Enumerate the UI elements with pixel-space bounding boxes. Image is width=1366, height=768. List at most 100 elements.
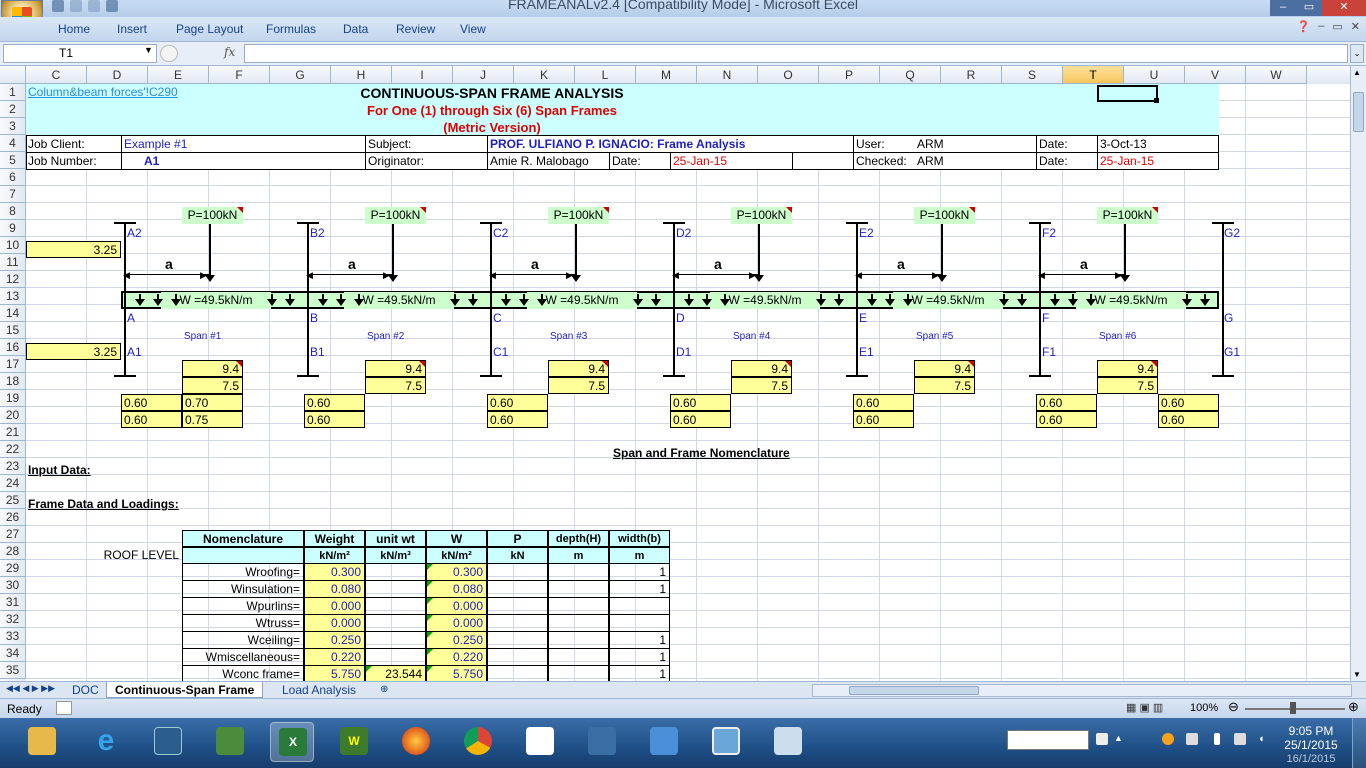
table-cell-unit[interactable] (365, 598, 426, 615)
volume-icon[interactable]: ◖ (1258, 733, 1270, 745)
row-header-25[interactable]: 25 (0, 492, 26, 509)
taskbar-reader[interactable] (580, 722, 624, 762)
a-distance-input[interactable]: 7.5 (914, 377, 975, 394)
span-length-input[interactable]: 9.4 (1097, 360, 1158, 377)
a-distance-input[interactable]: 7.5 (365, 377, 426, 394)
tab-insert[interactable]: Insert (117, 22, 147, 36)
column-header-t[interactable]: T (1063, 66, 1124, 84)
cancel-circle-icon[interactable] (160, 45, 178, 62)
row-header-4[interactable]: 4 (0, 135, 26, 152)
undo-icon[interactable] (70, 0, 82, 12)
workbook-close-icon[interactable]: ✕ (1351, 20, 1360, 33)
row-header-7[interactable]: 7 (0, 186, 26, 203)
column-header-i[interactable]: I (392, 66, 453, 84)
insert-function-icon[interactable]: fx (224, 45, 235, 59)
column-width-bottom-input[interactable]: 0.60 (1158, 411, 1219, 428)
date-value-user[interactable]: 3-Oct-13 (1100, 136, 1147, 153)
column-width-top-input[interactable]: 0.60 (121, 394, 182, 411)
column-header-r[interactable]: R (941, 66, 1002, 84)
row-header-14[interactable]: 14 (0, 305, 26, 322)
system-clock[interactable]: 9:05 PM 25/1/2015 16/1/2015 (1280, 724, 1342, 766)
scroll-up-icon[interactable]: ▲ (1353, 68, 1361, 77)
row-header-10[interactable]: 10 (0, 237, 26, 254)
column-header-q[interactable]: Q (880, 66, 941, 84)
table-cell-unit[interactable] (365, 632, 426, 649)
column-header-k[interactable]: K (514, 66, 575, 84)
row-header-20[interactable]: 20 (0, 407, 26, 424)
column-width-bottom-input[interactable]: 0.60 (1036, 411, 1097, 428)
zoom-slider-thumb[interactable] (1290, 702, 1296, 714)
column-header-n[interactable]: N (697, 66, 758, 84)
originator-value[interactable]: Amie R. Malobago (490, 153, 589, 170)
row-header-31[interactable]: 31 (0, 594, 26, 611)
table-cell-p[interactable] (487, 632, 548, 649)
user-value[interactable]: ARM (917, 136, 944, 153)
column-header-j[interactable]: J (453, 66, 514, 84)
span-length-input[interactable]: 9.4 (548, 360, 609, 377)
tab-home[interactable]: Home (58, 22, 90, 36)
row-header-35[interactable]: 35 (0, 662, 26, 679)
row-header-23[interactable]: 23 (0, 458, 26, 475)
table-cell-p[interactable] (487, 649, 548, 666)
row-header-12[interactable]: 12 (0, 271, 26, 288)
row-header-13[interactable]: 13 (0, 288, 26, 305)
checked-value[interactable]: ARM (917, 153, 944, 170)
show-desktop-button[interactable] (1352, 718, 1366, 768)
table-cell-weight[interactable]: 0.250 (304, 632, 365, 649)
battery-icon[interactable] (1214, 733, 1220, 745)
table-cell-w[interactable]: 0.250 (426, 632, 487, 649)
horizontal-scrollbar[interactable] (812, 684, 1352, 697)
table-cell-d[interactable] (548, 666, 609, 681)
table-cell-weight[interactable]: 0.000 (304, 598, 365, 615)
column-header-d[interactable]: D (87, 66, 148, 84)
taskbar-internet-explorer[interactable]: e (84, 722, 128, 762)
column-header-o[interactable]: O (758, 66, 819, 84)
maximize-button[interactable]: ▭ (1296, 0, 1322, 16)
table-cell-unit[interactable] (365, 615, 426, 632)
close-button[interactable]: ✕ (1322, 0, 1366, 16)
tray-app-icon[interactable] (1162, 733, 1174, 745)
column-header-f[interactable]: F (209, 66, 270, 84)
sheet-tab-load-analysis[interactable]: Load Analysis (274, 682, 364, 698)
table-cell-weight[interactable]: 0.220 (304, 649, 365, 666)
row-header-33[interactable]: 33 (0, 628, 26, 645)
zoom-level[interactable]: 100% (1190, 702, 1218, 714)
row-header-11[interactable]: 11 (0, 254, 26, 271)
table-cell-w[interactable]: 0.220 (426, 649, 487, 666)
table-cell-weight[interactable]: 5.750 (304, 666, 365, 681)
vertical-scrollbar[interactable]: ▲ ▼ (1350, 66, 1366, 681)
table-cell-d[interactable] (548, 615, 609, 632)
table-cell-b[interactable] (609, 598, 670, 615)
column-header-g[interactable]: G (270, 66, 331, 84)
ribbon-minimize-icon[interactable]: – (1318, 20, 1324, 33)
macro-record-icon[interactable] (56, 701, 72, 715)
table-cell-w[interactable]: 0.080 (426, 581, 487, 598)
minimize-button[interactable]: – (1270, 0, 1296, 16)
print-preview-icon[interactable] (106, 0, 118, 12)
row-header-21[interactable]: 21 (0, 424, 26, 441)
tab-formulas[interactable]: Formulas (266, 22, 316, 36)
name-box[interactable]: T1 (3, 44, 157, 63)
table-cell-b[interactable]: 1 (609, 581, 670, 598)
table-cell-p[interactable] (487, 666, 548, 681)
story-height-bottom[interactable]: 3.25 (26, 343, 121, 360)
taskbar-evernote[interactable] (208, 722, 252, 762)
redo-icon[interactable] (88, 0, 100, 12)
taskbar-photos[interactable] (704, 722, 748, 762)
row-header-29[interactable]: 29 (0, 560, 26, 577)
hyperlink-column-beam-forces[interactable]: Column&beam forces'!C290 (28, 84, 178, 101)
row-header-27[interactable]: 27 (0, 526, 26, 543)
point-load-label[interactable]: P=100kN (365, 207, 426, 224)
taskbar-app-wing[interactable] (642, 722, 686, 762)
tab-page-layout[interactable]: Page Layout (176, 22, 243, 36)
ribbon-restore-icon[interactable]: ▭ (1332, 20, 1342, 33)
table-cell-w[interactable]: 0.300 (426, 564, 487, 581)
row-header-17[interactable]: 17 (0, 356, 26, 373)
row-header-26[interactable]: 26 (0, 509, 26, 526)
row-header-6[interactable]: 6 (0, 169, 26, 186)
span-length-input[interactable]: 9.4 (182, 360, 243, 377)
sheet-tab-doc[interactable]: DOC (64, 682, 107, 698)
column-width-bottom-input[interactable]: 0.60 (853, 411, 914, 428)
row-header-1[interactable]: 1 (0, 84, 26, 101)
tray-monitor-icon[interactable] (1186, 733, 1198, 745)
